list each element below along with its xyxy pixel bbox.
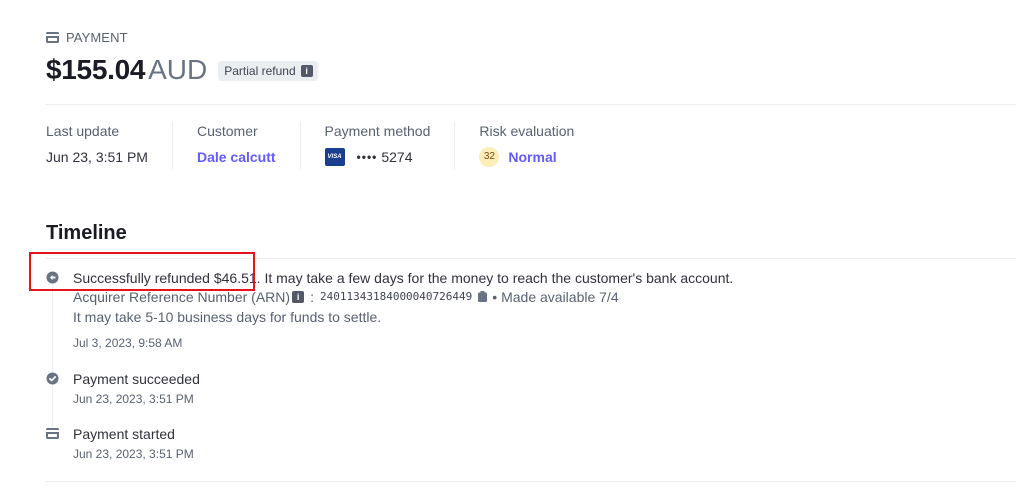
payment-detail-page: PAYMENT $155.04 AUD Partial refund i Las… bbox=[0, 0, 1016, 502]
header-divider bbox=[46, 104, 1016, 105]
payment-summary: Last update Jun 23, 3:51 PM Customer Dal… bbox=[46, 121, 598, 169]
timeline-bottom-divider bbox=[46, 481, 1016, 482]
copy-icon[interactable] bbox=[478, 287, 488, 307]
summary-payment-method: Payment method VISA •••• 5274 bbox=[299, 121, 455, 169]
card-last4: 5274 bbox=[381, 149, 413, 165]
refund-event-title: Successfully refunded $46.51. It may tak… bbox=[73, 269, 733, 287]
kicker-label: PAYMENT bbox=[66, 30, 128, 45]
timeline-title: Timeline bbox=[46, 222, 127, 244]
timeline-divider bbox=[46, 258, 1016, 259]
payment-currency: AUD bbox=[148, 54, 208, 85]
payment-method-label: Payment method bbox=[324, 123, 431, 139]
refund-event-time: Jul 3, 2023, 9:58 AM bbox=[73, 336, 183, 350]
status-badge-label: Partial refund bbox=[224, 64, 296, 78]
payment-method-value: VISA •••• 5274 bbox=[324, 147, 431, 167]
succeeded-event-title: Payment succeeded bbox=[73, 371, 200, 387]
risk-score-badge: 32 bbox=[479, 147, 500, 167]
risk-label: Risk evaluation bbox=[479, 123, 575, 139]
last-update-value: Jun 23, 3:51 PM bbox=[46, 149, 148, 165]
summary-customer: Customer Dale calcutt bbox=[171, 121, 300, 169]
succeeded-event-time: Jun 23, 2023, 3:51 PM bbox=[73, 392, 194, 406]
customer-label: Customer bbox=[196, 123, 258, 139]
started-event-title: Payment started bbox=[73, 426, 175, 442]
payment-amount: $155.04 bbox=[46, 54, 146, 85]
refund-amount-text: Successfully refunded $46.51. bbox=[73, 270, 261, 286]
status-badge[interactable]: Partial refund i bbox=[218, 61, 318, 81]
card-icon bbox=[46, 427, 59, 440]
info-icon[interactable]: i bbox=[292, 291, 305, 303]
card-icon bbox=[46, 32, 59, 43]
timeline-connector bbox=[52, 284, 53, 379]
arn-label: Acquirer Reference Number (ARN) bbox=[73, 289, 291, 305]
risk-evaluation-link[interactable]: Normal bbox=[508, 147, 556, 167]
timeline-connector bbox=[52, 386, 53, 427]
arn-colon: : bbox=[310, 289, 314, 305]
amount-row: $155.04 AUD Partial refund i bbox=[46, 54, 318, 86]
last-update-label: Last update bbox=[46, 123, 120, 139]
card-mask: •••• bbox=[356, 150, 378, 164]
summary-last-update: Last update Jun 23, 3:51 PM bbox=[46, 121, 172, 169]
refund-icon bbox=[46, 271, 59, 284]
settle-note: It may take 5-10 business days for funds… bbox=[73, 309, 382, 325]
arn-row: Acquirer Reference Number (ARN) i : 2401… bbox=[73, 287, 733, 307]
risk-value-row: 32 Normal bbox=[479, 147, 574, 167]
refund-note-text: It may take a few days for the money to … bbox=[260, 270, 734, 286]
page-kicker: PAYMENT bbox=[46, 30, 128, 45]
summary-risk: Risk evaluation 32 Normal bbox=[454, 121, 598, 169]
customer-link[interactable]: Dale calcutt bbox=[197, 147, 276, 167]
info-icon[interactable]: i bbox=[300, 65, 313, 77]
arn-value[interactable]: 24011343184000040726449 bbox=[320, 287, 472, 307]
started-event-time: Jun 23, 2023, 3:51 PM bbox=[73, 447, 194, 461]
check-circle-icon bbox=[46, 372, 59, 385]
visa-card-icon: VISA bbox=[324, 148, 345, 166]
made-available-text: • Made available 7/4 bbox=[492, 289, 619, 305]
